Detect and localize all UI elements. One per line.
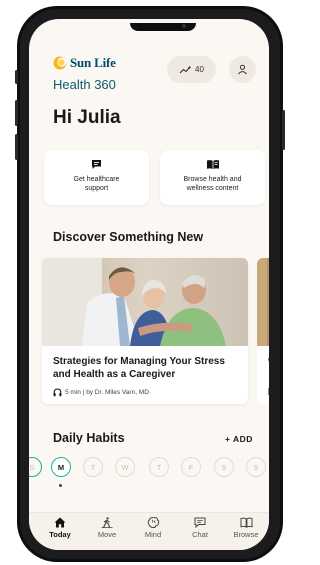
brain-icon <box>147 517 159 528</box>
trend-sparkle-icon <box>179 65 192 73</box>
tab-label: Move <box>97 530 117 539</box>
day-circle[interactable]: T <box>149 457 169 477</box>
person-icon <box>238 64 247 75</box>
chat-icon <box>194 517 206 528</box>
tab-label: Chat <box>192 530 208 539</box>
day-circle[interactable]: S <box>246 457 266 477</box>
tab-today[interactable]: Today <box>38 517 82 539</box>
sun-logo-icon <box>53 56 67 70</box>
quick-action-label: Browse health and wellness content <box>183 176 242 192</box>
mute-switch <box>15 70 18 84</box>
book-icon <box>268 388 269 395</box>
tab-chat[interactable]: Chat <box>178 517 222 539</box>
brand-name: Sun Life <box>70 55 116 70</box>
tab-label: Browse <box>233 530 259 539</box>
article-photo <box>257 258 269 346</box>
chat-icon <box>92 160 101 169</box>
article-title: Strategies for Managing Your Stress and … <box>53 356 225 380</box>
article-photo <box>42 258 248 346</box>
day-circle-today[interactable]: M <box>51 457 71 477</box>
add-habit-button[interactable]: + ADD <box>225 434 253 444</box>
greeting: Hi Julia <box>53 107 121 128</box>
points-button[interactable]: 40 <box>167 56 216 83</box>
article-meta-text: 5 min | by Dr. Miles Varn, MD <box>65 389 149 396</box>
tab-mind[interactable]: Mind <box>131 517 175 539</box>
camera <box>182 24 186 28</box>
article-card[interactable]: Strategies for Managing Your Stress and … <box>42 258 248 404</box>
day-circle[interactable]: F <box>181 457 201 477</box>
brand-logo: Sun Life <box>53 55 116 71</box>
book-icon <box>206 160 219 169</box>
points-count: 40 <box>195 65 204 74</box>
product-name: Health 360 <box>53 77 116 92</box>
headphones-icon <box>53 388 62 397</box>
speaker-notch <box>130 23 196 31</box>
walk-icon <box>101 517 113 528</box>
article-title-peek: C S <box>268 355 269 366</box>
bottom-tab-bar: Today Move Mind Chat Browse <box>29 512 269 550</box>
day-circle[interactable]: S <box>214 457 234 477</box>
volume-down-button <box>15 134 18 160</box>
tab-label: Today <box>49 530 71 539</box>
article-meta: 5 min | by Dr. Miles Varn, MD <box>53 388 149 397</box>
book-icon <box>240 517 252 528</box>
tab-label: Mind <box>144 530 162 539</box>
discover-section-title: Discover Something New <box>53 230 204 244</box>
day-circle[interactable]: W <box>115 457 135 477</box>
app-screen: Sun Life Health 360 40 Hi Julia Get heal… <box>29 19 269 550</box>
tab-move[interactable]: Move <box>85 517 129 539</box>
article-card-next[interactable]: C S <box>257 258 269 404</box>
browse-content-card[interactable]: Browse health and wellness content <box>160 150 265 205</box>
day-circle[interactable]: S <box>29 457 42 477</box>
home-icon <box>54 517 66 528</box>
day-circle[interactable]: T <box>83 457 103 477</box>
daily-habits-title: Daily Habits <box>53 431 125 445</box>
power-button <box>282 110 285 150</box>
today-indicator-dot <box>59 484 62 487</box>
profile-button[interactable] <box>229 56 256 83</box>
volume-up-button <box>15 100 18 126</box>
get-healthcare-support-card[interactable]: Get healthcare support <box>44 150 149 205</box>
quick-action-label: Get healthcare support <box>73 176 120 192</box>
tab-browse[interactable]: Browse <box>224 517 268 539</box>
